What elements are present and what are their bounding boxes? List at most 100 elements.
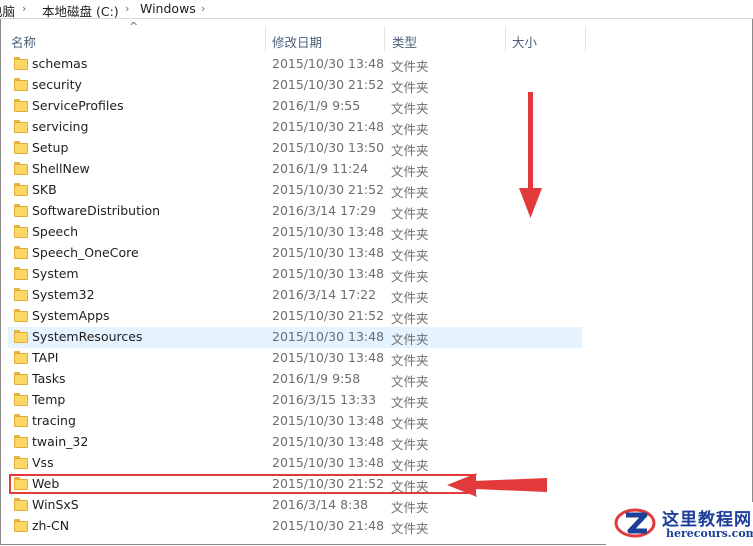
file-type: 文件夹 [391,227,429,242]
file-name: Tasks [32,371,66,386]
file-name: Speech [32,224,79,239]
file-name: System [32,266,79,281]
column-divider[interactable] [505,26,506,52]
file-modified-date: 2015/10/30 13:48 [272,56,385,71]
file-row[interactable]: zh-CN 2015/10/30 21:48 文件夹 [8,516,582,537]
folder-icon [14,288,28,301]
file-name: servicing [32,119,89,134]
folder-icon [14,57,28,70]
file-type: 文件夹 [391,101,429,116]
file-row[interactable]: TAPI 2015/10/30 13:48 文件夹 [8,348,582,369]
file-modified-date: 2015/10/30 13:50 [272,140,385,155]
folder-icon [14,141,28,154]
file-name: tracing [32,413,76,428]
file-name: schemas [32,56,88,71]
file-row[interactable]: Tasks 2016/1/9 9:58 文件夹 [8,369,582,390]
column-header-size[interactable]: 大小 [512,32,537,51]
file-row[interactable]: System 2015/10/30 13:48 文件夹 [8,264,582,285]
file-modified-date: 2015/10/30 13:48 [272,329,385,344]
file-type: 文件夹 [391,122,429,137]
file-name: SystemResources [32,329,143,344]
file-modified-date: 2015/10/30 21:52 [272,308,385,323]
file-type: 文件夹 [391,164,429,179]
file-type: 文件夹 [391,416,429,431]
file-type: 文件夹 [391,248,429,263]
breadcrumb-item-drive[interactable]: 本地磁盘 (C:) [42,1,119,20]
file-row[interactable]: schemas 2015/10/30 13:48 文件夹 [8,54,582,75]
file-modified-date: 2015/10/30 13:48 [272,455,385,470]
watermark-z-icon [614,508,656,538]
file-row[interactable]: Speech 2015/10/30 13:48 文件夹 [8,222,582,243]
column-header-date[interactable]: 修改日期 [272,32,322,51]
file-name: ShellNew [32,161,90,176]
file-name: security [32,77,82,92]
column-divider[interactable] [265,26,266,52]
file-modified-date: 2016/3/14 17:29 [272,203,377,218]
file-name: zh-CN [32,518,70,533]
file-row[interactable]: System32 2016/3/14 17:22 文件夹 [8,285,582,306]
folder-icon [14,225,28,238]
folder-icon [14,99,28,112]
file-type: 文件夹 [391,59,429,74]
file-name: ServiceProfiles [32,98,124,113]
column-divider[interactable] [585,26,586,52]
file-modified-date: 2015/10/30 21:52 [272,182,385,197]
breadcrumb-item-windows[interactable]: Windows [140,1,196,16]
folder-icon [14,183,28,196]
file-modified-date: 2016/1/9 11:24 [272,161,369,176]
file-row[interactable]: twain_32 2015/10/30 13:48 文件夹 [8,432,582,453]
folder-icon [14,120,28,133]
breadcrumb-item-computer[interactable]: 电脑 [0,1,15,20]
file-type: 文件夹 [391,437,429,452]
column-header-name[interactable]: 名称 [11,32,36,51]
watermark-logo: 这里教程网 herecours.com [606,502,753,546]
file-row[interactable]: Setup 2015/10/30 13:50 文件夹 [8,138,582,159]
folder-icon [14,267,28,280]
file-name: SKB [32,182,57,197]
folder-icon [14,204,28,217]
file-row[interactable]: security 2015/10/30 21:52 文件夹 [8,75,582,96]
chevron-right-icon[interactable]: › [125,2,129,15]
address-bar[interactable]: 电脑 › 本地磁盘 (C:) › Windows › [0,0,753,19]
file-type: 文件夹 [391,80,429,95]
folder-icon [14,414,28,427]
file-modified-date: 2016/3/14 17:22 [272,287,377,302]
annotation-down-arrow-icon [519,92,542,218]
file-modified-date: 2015/10/30 13:48 [272,434,385,449]
file-row[interactable]: ShellNew 2016/1/9 11:24 文件夹 [8,159,582,180]
file-row[interactable]: ServiceProfiles 2016/1/9 9:55 文件夹 [8,96,582,117]
file-name: Setup [32,140,69,155]
file-row[interactable]: SoftwareDistribution 2016/3/14 17:29 文件夹 [8,201,582,222]
file-modified-date: 2015/10/30 13:48 [272,413,385,428]
column-divider[interactable] [384,26,385,52]
file-row[interactable]: Temp 2016/3/15 13:33 文件夹 [8,390,582,411]
file-name: TAPI [32,350,59,365]
file-type: 文件夹 [391,185,429,200]
watermark-url: herecours.com [666,527,753,540]
file-name: Speech_OneCore [32,245,139,260]
file-type: 文件夹 [391,269,429,284]
file-type: 文件夹 [391,458,429,473]
file-row[interactable]: tracing 2015/10/30 13:48 文件夹 [8,411,582,432]
file-row[interactable]: servicing 2015/10/30 21:48 文件夹 [8,117,582,138]
file-name: Temp [32,392,66,407]
file-type: 文件夹 [391,353,429,368]
file-modified-date: 2015/10/30 13:48 [272,350,385,365]
chevron-right-icon[interactable]: › [22,2,26,15]
chevron-right-icon[interactable]: › [201,2,205,15]
file-modified-date: 2016/1/9 9:58 [272,371,361,386]
file-type: 文件夹 [391,374,429,389]
file-modified-date: 2015/10/30 21:52 [272,77,385,92]
file-row[interactable]: SystemApps 2015/10/30 21:52 文件夹 [8,306,582,327]
column-header-type[interactable]: 类型 [392,32,417,51]
folder-icon [14,393,28,406]
sort-ascending-icon: ^ [129,20,139,33]
file-row[interactable]: Speech_OneCore 2015/10/30 13:48 文件夹 [8,243,582,264]
file-type: 文件夹 [391,143,429,158]
file-row[interactable]: SystemResources 2015/10/30 13:48 文件夹 [8,327,582,348]
file-type: 文件夹 [391,521,429,536]
file-row[interactable]: SKB 2015/10/30 21:52 文件夹 [8,180,582,201]
file-name: System32 [32,287,95,302]
file-modified-date: 2016/3/14 8:38 [272,497,369,512]
annotation-highlight-box [9,474,476,494]
